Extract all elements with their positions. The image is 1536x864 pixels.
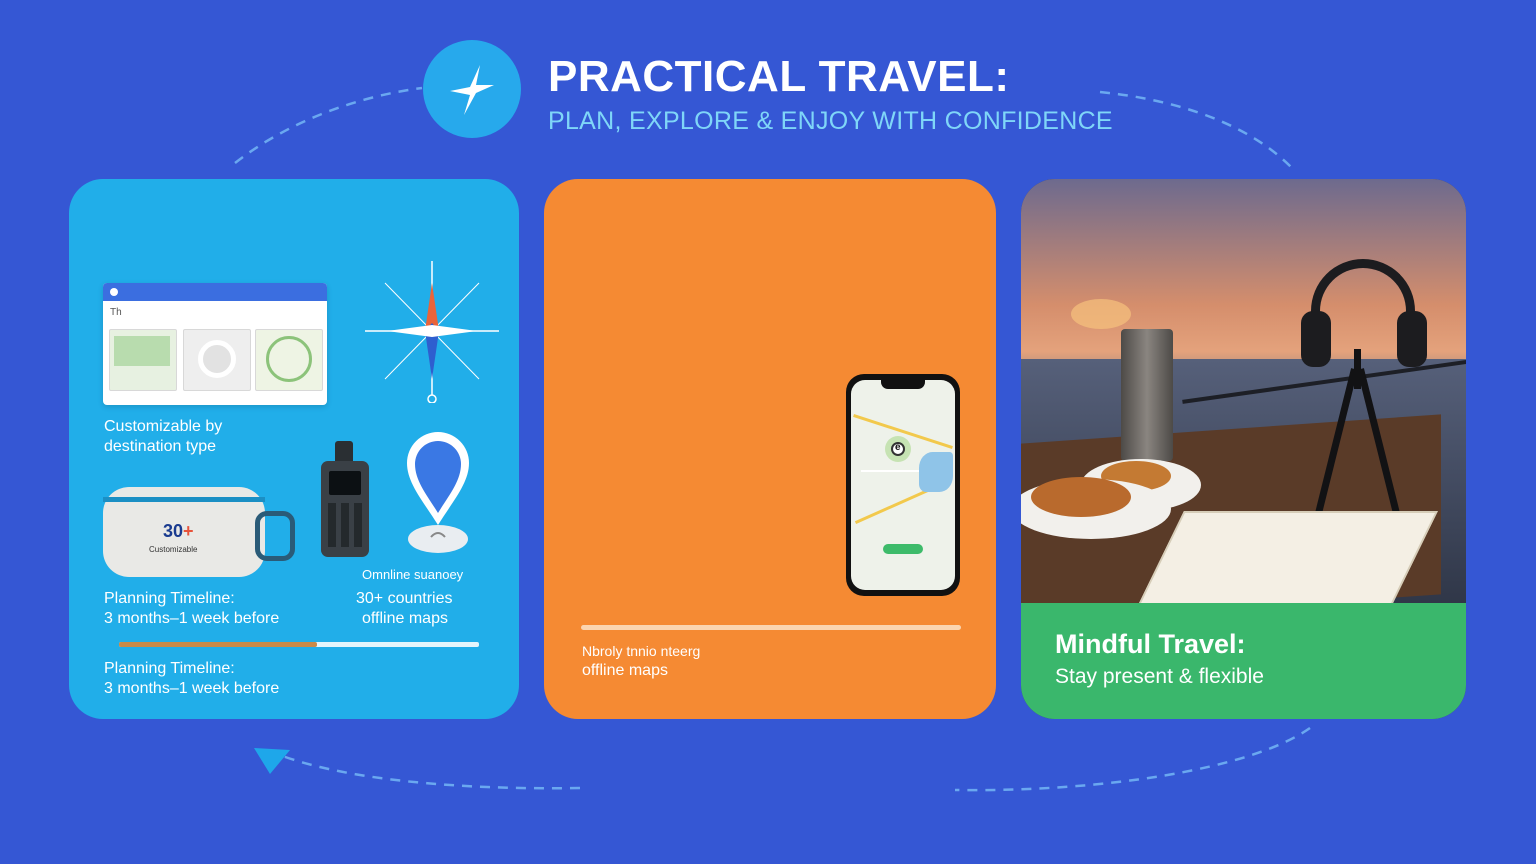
bag-badge: 30+ (163, 521, 194, 541)
offline-maps-card: e Nbroly tnnio nteerg offline maps (544, 179, 996, 719)
orange-garbled-text: Nbroly tnnio nteerg (582, 643, 701, 659)
travel-mug-image (1121, 329, 1173, 461)
offline-garbled-text: Omnline suanoey (362, 567, 464, 582)
map-thumbnail (183, 329, 251, 391)
mindful-band (1021, 603, 1466, 719)
walkie-talkie-image (321, 441, 369, 557)
notebook-image (1138, 511, 1438, 605)
page-title: PRACTICAL TRAVEL: (548, 52, 1010, 101)
browser-title-bar (103, 283, 327, 301)
timeline-slider (119, 642, 479, 647)
browser-heading: Th (110, 307, 122, 318)
planning-timeline-text: Planning Timeline: 3 months–1 week befor… (104, 590, 280, 627)
divider-line (581, 625, 961, 630)
travel-bag-image: 30+ Customizable (103, 479, 295, 577)
planning-timeline-text-2: Planning Timeline: 3 months–1 week befor… (104, 660, 280, 697)
map-thumbnail (255, 329, 323, 391)
page-subtitle: PLAN, EXPLORE & ENJOY WITH CONFIDENCE (548, 107, 1113, 135)
mindful-travel-subtitle: Stay present & flexible (1055, 665, 1264, 688)
plane-compass-icon (450, 65, 494, 115)
countries-offline-text: 30+ countries offline maps (356, 590, 453, 627)
mindful-travel-card: Mindful Travel: Stay present & flexible (1021, 179, 1466, 719)
customizable-text: Customizable by destination type (104, 418, 223, 455)
logo-badge (423, 40, 521, 138)
map-marker-label: e (895, 442, 901, 453)
phone-map-button[interactable] (883, 544, 923, 554)
map-thumbnail (109, 329, 177, 391)
browser-dot-icon (110, 288, 118, 296)
mindful-travel-title: Mindful Travel: (1055, 629, 1246, 659)
planning-card: Th Customizable by destination type 30+ … (69, 179, 519, 719)
compass-rose-icon (365, 261, 499, 403)
location-pin-icon (407, 432, 469, 553)
bag-label: Customizable (149, 545, 198, 554)
browser-mockup: Th (103, 283, 327, 405)
arrowhead-icon (254, 748, 290, 774)
phone-map-screen: e (851, 380, 955, 590)
orange-offline-maps-text: offline maps (582, 662, 668, 679)
phone-mockup: e (846, 374, 960, 596)
